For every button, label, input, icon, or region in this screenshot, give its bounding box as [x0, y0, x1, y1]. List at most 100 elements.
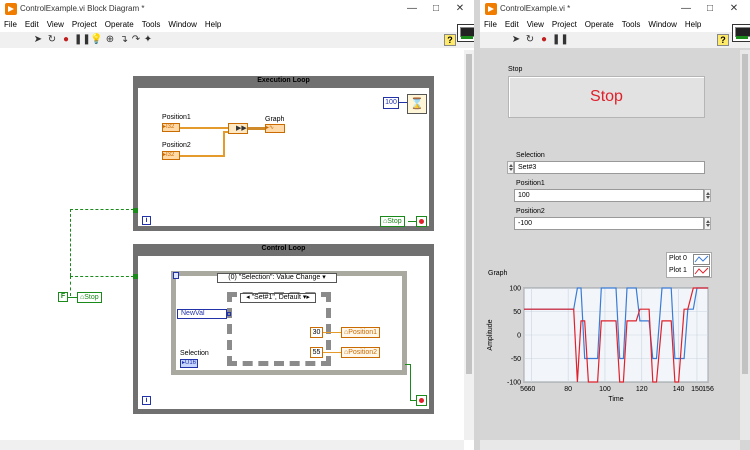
selection-terminal[interactable]: ▸U16 — [180, 359, 198, 368]
menu-edit[interactable]: Edit — [501, 18, 523, 31]
x-tick-label: 120 — [636, 386, 648, 393]
labview-app-icon — [485, 3, 497, 15]
position1-numeric[interactable]: 100 — [514, 189, 704, 202]
context-help-icon[interactable]: ? — [717, 34, 729, 46]
execution-loop-title: Execution Loop — [257, 77, 310, 84]
position1-terminal[interactable]: ▸I32 — [162, 123, 180, 132]
control-loop-title: Control Loop — [261, 245, 306, 252]
clean-diagram-icon[interactable]: ✦ — [142, 34, 154, 46]
case-selector-text: "Set#1", Default — [251, 294, 301, 301]
close-icon[interactable]: ✕ — [452, 2, 468, 16]
graph-label: Graph — [265, 116, 285, 123]
run-arrow-icon[interactable]: ➤ — [510, 34, 522, 46]
x-axis-label: Time — [608, 396, 623, 403]
menu-window[interactable]: Window — [164, 18, 200, 31]
case-selector[interactable]: ◂ "Set#1", Default ▾▸ — [240, 293, 316, 303]
menu-help[interactable]: Help — [201, 18, 225, 31]
menu-file[interactable]: File — [0, 18, 21, 31]
selection-ring[interactable]: Set#3 — [514, 161, 705, 174]
fp-vertical-scrollbar[interactable] — [740, 50, 750, 440]
event-timeout-terminal — [173, 272, 179, 279]
wire — [70, 209, 134, 210]
position1-increment-decrement[interactable] — [704, 189, 711, 202]
x-tick-label: 140 — [673, 386, 685, 393]
x-tick-label: 156 — [702, 386, 714, 393]
false-constant[interactable]: F — [58, 292, 68, 302]
selection-increment-decrement[interactable] — [507, 161, 514, 174]
wire — [68, 297, 77, 298]
pause-icon[interactable]: ❚❚ — [552, 34, 569, 46]
menu-edit[interactable]: Edit — [21, 18, 43, 31]
menu-view[interactable]: View — [523, 18, 548, 31]
const-30[interactable]: 30 — [310, 327, 323, 338]
abort-icon[interactable]: ● — [538, 34, 550, 46]
position1-local-variable[interactable]: ⌂Position1 — [341, 327, 381, 338]
highlight-execution-icon[interactable]: 💡 — [90, 34, 102, 46]
graph-terminal[interactable]: ▸∿ — [265, 124, 285, 133]
x-tick-label: 60 — [527, 386, 535, 393]
abort-icon[interactable]: ● — [60, 34, 72, 46]
run-continuously-icon[interactable]: ↻ — [46, 34, 58, 46]
menu-file[interactable]: File — [480, 18, 501, 31]
minimize-icon[interactable]: — — [404, 2, 420, 16]
waveform-graph[interactable]: 100500-50-10056 60 80 100 120 140 150 156TimeAm… — [480, 278, 716, 408]
scroll-thumb[interactable] — [742, 54, 748, 374]
menu-operate[interactable]: Operate — [581, 18, 618, 31]
wire — [70, 209, 71, 276]
control-loop-stop-terminal[interactable] — [416, 395, 427, 406]
pause-icon[interactable]: ❚❚ — [74, 34, 91, 46]
wire — [70, 276, 71, 296]
wire — [70, 276, 134, 277]
position2-increment-decrement[interactable] — [704, 217, 711, 230]
stop-local-text: Stop — [387, 218, 402, 225]
legend-plot0-label: Plot 0 — [669, 255, 687, 262]
position1-label: Position1 — [516, 180, 545, 187]
menu-view[interactable]: View — [43, 18, 68, 31]
stop-local-variable[interactable]: ⌂Stop — [380, 216, 405, 227]
menu-project[interactable]: Project — [68, 18, 101, 31]
run-continuously-icon[interactable]: ↻ — [524, 34, 536, 46]
newval-node[interactable]: NewVal — [177, 309, 227, 319]
x-tick-label: 100 — [599, 386, 611, 393]
wire — [180, 127, 228, 129]
wait-timer-icon[interactable]: ⌛ — [407, 94, 427, 114]
menu-help[interactable]: Help — [681, 18, 705, 31]
close-icon[interactable]: ✕ — [726, 2, 742, 16]
execution-loop-stop-terminal[interactable] — [416, 216, 427, 227]
step-into-icon[interactable]: ↴ — [118, 34, 130, 46]
y-tick-label: 0 — [517, 333, 521, 340]
bd-vertical-scrollbar[interactable] — [464, 50, 474, 440]
menu-tools[interactable]: Tools — [138, 18, 165, 31]
position2-local-variable[interactable]: ⌂Position2 — [341, 347, 381, 358]
position2-numeric[interactable]: -100 — [514, 217, 704, 230]
menu-tools[interactable]: Tools — [618, 18, 645, 31]
scroll-thumb[interactable] — [466, 54, 472, 374]
outside-stop-local-variable[interactable]: ⌂Stop — [77, 292, 102, 303]
stop-button[interactable]: Stop — [508, 76, 705, 118]
legend-plot1-label: Plot 1 — [669, 267, 687, 274]
position2-terminal[interactable]: ▸I32 — [162, 151, 180, 160]
labview-app-icon — [5, 3, 17, 15]
graph-legend[interactable]: Plot 0 Plot 1 — [666, 252, 712, 278]
minimize-icon[interactable]: — — [678, 2, 694, 16]
maximize-icon[interactable]: □ — [428, 2, 444, 16]
y-tick-label: -50 — [511, 356, 521, 363]
step-over-icon[interactable]: ↷ — [130, 34, 142, 46]
wait-constant[interactable]: 100 — [383, 97, 399, 109]
retain-wire-values-icon[interactable]: ⊕ — [104, 34, 116, 46]
fp-horizontal-scrollbar[interactable] — [480, 440, 740, 450]
selection-label: Selection — [516, 152, 545, 159]
run-arrow-icon[interactable]: ➤ — [32, 34, 44, 46]
event-selector[interactable]: (0) "Selection": Value Change ▾ — [217, 273, 337, 283]
menu-window[interactable]: Window — [644, 18, 680, 31]
menu-operate[interactable]: Operate — [101, 18, 138, 31]
bd-horizontal-scrollbar[interactable] — [0, 440, 464, 450]
wire — [399, 102, 407, 103]
const-55[interactable]: 55 — [310, 347, 323, 358]
context-help-icon[interactable]: ? — [444, 34, 456, 46]
maximize-icon[interactable]: □ — [702, 2, 718, 16]
wire — [323, 332, 341, 333]
menu-project[interactable]: Project — [548, 18, 581, 31]
fp-titlebar: ControlExample.vi * — □ ✕ — [480, 0, 750, 18]
y-tick-label: 50 — [513, 309, 521, 316]
